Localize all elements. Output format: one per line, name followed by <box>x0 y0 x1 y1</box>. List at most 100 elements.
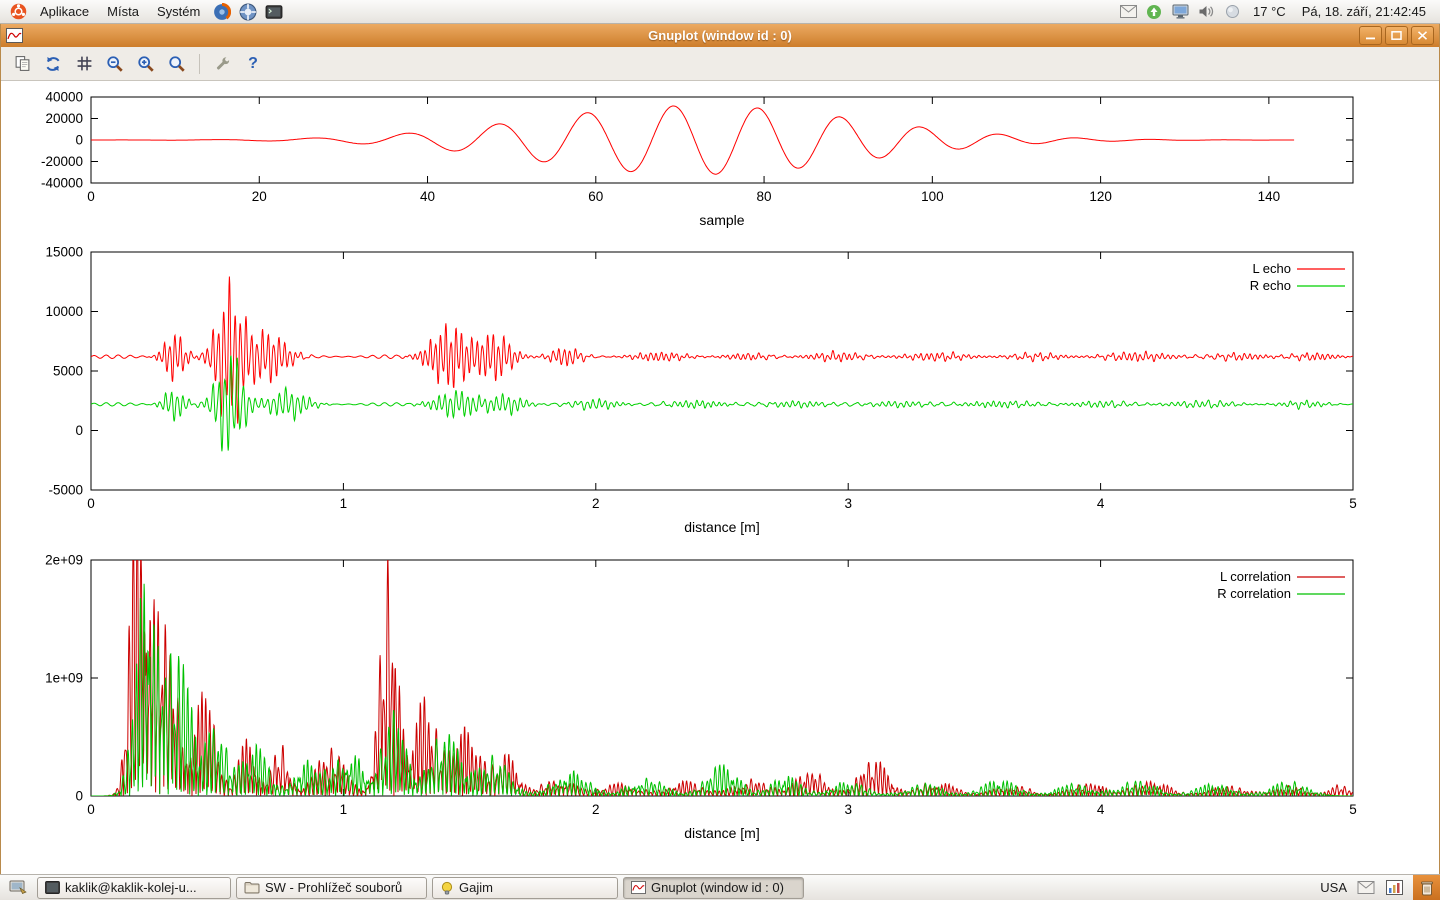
plot-3: 0 1 2 3 4 5 0 1e+09 2e+09 distance [m] L correlati… <box>45 553 1357 842</box>
settings-wrench-icon[interactable] <box>210 52 234 76</box>
x-tick-label: 80 <box>757 189 772 204</box>
x-tick-label: 60 <box>588 189 603 204</box>
legend-label: L echo <box>1252 261 1291 276</box>
mail-tray-icon[interactable] <box>1357 879 1375 897</box>
x-tick-label: 0 <box>87 496 95 511</box>
task-label: SW - Prohlížeč souborů <box>265 880 402 895</box>
titlebar[interactable]: Gnuplot (window id : 0) <box>1 24 1439 47</box>
taskbar-tray: USA <box>1320 875 1440 900</box>
plot-1: 0 20 40 60 80 100 120 140 -40000 -20000 0 20000 4000… <box>41 90 1353 229</box>
gnuplot-window: Gnuplot (window id : 0) <box>0 24 1440 874</box>
y-tick-label: -5000 <box>48 483 83 498</box>
x-tick-label: 0 <box>87 189 95 204</box>
x-tick-label: 4 <box>1097 496 1105 511</box>
tray-chart-icon[interactable] <box>1385 879 1403 897</box>
y-tick-label: 5000 <box>53 364 83 379</box>
terminal-icon[interactable] <box>262 2 286 22</box>
y-tick-label: 0 <box>75 423 83 438</box>
series-r-echo <box>91 356 1353 452</box>
x-tick-label: 1 <box>340 802 348 817</box>
x-tick-label: 4 <box>1097 802 1105 817</box>
help-icon[interactable] <box>236 2 260 22</box>
desktop: Aplikace Místa Systém <box>0 0 1440 900</box>
trash-applet[interactable] <box>1413 875 1440 900</box>
toolbar: ? <box>1 47 1439 81</box>
y-tick-label: 10000 <box>45 304 83 319</box>
volume-icon[interactable] <box>1197 3 1215 21</box>
x-tick-label: 120 <box>1089 189 1112 204</box>
task-label: kaklik@kaklik-kolej-u... <box>65 880 197 895</box>
x-axis-label: distance [m] <box>684 825 759 841</box>
menu-aplikace[interactable]: Aplikace <box>32 1 97 22</box>
window-title: Gnuplot (window id : 0) <box>1 28 1439 43</box>
ubuntu-logo-icon[interactable] <box>6 2 30 22</box>
clock[interactable]: Pá, 18. září, 21:42:45 <box>1298 4 1430 19</box>
x-tick-label: 40 <box>420 189 435 204</box>
help-question-icon[interactable]: ? <box>241 52 265 76</box>
taskbar: kaklik@kaklik-kolej-u... SW - Prohlížeč … <box>0 874 1440 900</box>
plot-border <box>91 560 1353 796</box>
y-tick-label: 20000 <box>45 111 83 126</box>
weather-icon[interactable] <box>1223 3 1241 21</box>
x-tick-label: 5 <box>1349 496 1357 511</box>
y-tick-label: 2e+09 <box>45 553 83 568</box>
maximize-button[interactable] <box>1385 26 1408 45</box>
x-tick-label: 3 <box>844 802 852 817</box>
x-tick-label: 3 <box>844 496 852 511</box>
replot-icon[interactable] <box>41 52 65 76</box>
series-l-correlation <box>91 555 1353 796</box>
menu-system[interactable]: Systém <box>149 1 208 22</box>
show-desktop-button[interactable] <box>4 876 32 900</box>
plot-2: 0 1 2 3 4 5 -5000 0 5000 10000 15000 distance [m] L … <box>45 245 1356 536</box>
copy-icon[interactable] <box>10 52 34 76</box>
plots-svg: 020406080100120140-40000-200000200004000… <box>1 81 1439 875</box>
y-tick-label: 40000 <box>45 90 83 105</box>
close-button[interactable] <box>1411 26 1434 45</box>
series-r-correlation <box>91 584 1353 796</box>
plot-border <box>91 252 1353 490</box>
top-panel: Aplikace Místa Systém <box>0 0 1440 24</box>
gnuplot-window-icon[interactable] <box>6 28 23 43</box>
task-button-gnuplot[interactable]: Gnuplot (window id : 0) <box>623 877 804 899</box>
zoom-next-icon[interactable] <box>134 52 158 76</box>
task-button-gajim[interactable]: Gajim <box>432 877 618 899</box>
x-tick-label: 5 <box>1349 802 1357 817</box>
firefox-icon[interactable] <box>210 2 234 22</box>
window-controls <box>1359 26 1434 45</box>
x-tick-label: 2 <box>592 496 600 511</box>
y-tick-label: 0 <box>75 789 83 804</box>
task-button-terminal[interactable]: kaklik@kaklik-kolej-u... <box>37 877 231 899</box>
task-button-file-browser[interactable]: SW - Prohlížeč souborů <box>236 877 427 899</box>
series-chirp-signal <box>91 106 1294 174</box>
mail-icon[interactable] <box>1119 3 1137 21</box>
keyboard-layout-indicator[interactable]: USA <box>1320 880 1347 895</box>
legend-label: R echo <box>1250 278 1291 293</box>
toolbar-separator <box>199 54 200 74</box>
minimize-button[interactable] <box>1359 26 1382 45</box>
grid-icon[interactable] <box>72 52 96 76</box>
zoom-previous-icon[interactable] <box>103 52 127 76</box>
unzoom-icon[interactable] <box>165 52 189 76</box>
x-tick-label: 100 <box>921 189 944 204</box>
x-axis-label: distance [m] <box>684 519 759 535</box>
update-icon[interactable] <box>1145 3 1163 21</box>
temperature: 17 °C <box>1249 4 1290 19</box>
panel-tray: 17 °C Pá, 18. září, 21:42:45 <box>1119 3 1434 21</box>
x-tick-label: 140 <box>1258 189 1281 204</box>
display-icon[interactable] <box>1171 3 1189 21</box>
menu-mista[interactable]: Místa <box>99 1 147 22</box>
x-tick-label: 20 <box>252 189 267 204</box>
y-tick-label: 15000 <box>45 245 83 260</box>
task-label: Gnuplot (window id : 0) <box>651 880 784 895</box>
x-tick-label: 1 <box>340 496 348 511</box>
x-axis-label: sample <box>699 212 744 228</box>
legend-label: R correlation <box>1217 586 1291 601</box>
x-tick-label: 2 <box>592 802 600 817</box>
task-label: Gajim <box>459 880 493 895</box>
x-tick-label: 0 <box>87 802 95 817</box>
y-tick-label: -40000 <box>41 176 83 191</box>
y-tick-label: 1e+09 <box>45 671 83 686</box>
legend-label: L correlation <box>1220 569 1291 584</box>
y-tick-label: 0 <box>75 133 83 148</box>
y-tick-label: -20000 <box>41 154 83 169</box>
